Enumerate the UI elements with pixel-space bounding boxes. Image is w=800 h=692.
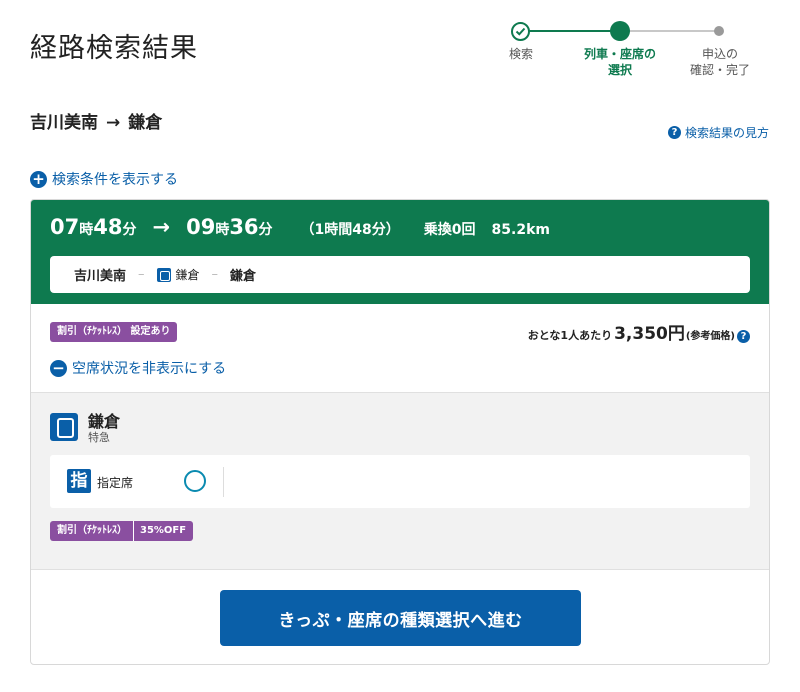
- step-todo-dot: [714, 26, 724, 36]
- plus-circle-icon: +: [30, 170, 47, 188]
- result-card: 07 時 48 分 → 09 時 36 分 （1時間48分） 乗換0回 85.2km 吉川美…: [30, 199, 770, 665]
- price-label: おとな1人あたり: [527, 329, 613, 342]
- progress-stepper: 検索 列車・座席の 選択 申込の 確認・完了: [490, 16, 775, 86]
- route-bar-train: 鎌倉: [175, 268, 200, 282]
- train-type: 特急: [88, 431, 110, 444]
- route-bar-from: 吉川美南: [74, 269, 127, 284]
- seat-class-row: 指 指定席: [50, 455, 750, 508]
- stepper-line-todo: [620, 30, 720, 32]
- train-header: 鎌倉 特急: [50, 413, 120, 445]
- train-icon: [50, 413, 78, 441]
- discount-rate-badge: 割引（ﾁｹｯﾄﾚｽ） 35%OFF: [50, 518, 194, 541]
- route-to: 鎌倉: [128, 113, 163, 133]
- route-heading: 吉川美南 → 鎌倉: [30, 108, 162, 133]
- step-done-check-icon: [511, 22, 530, 41]
- depart-min-unit: 分: [122, 222, 137, 238]
- proceed-button[interactable]: きっぷ・座席の種類選択へ進む: [220, 590, 581, 646]
- discount-available-badge: 割引（ﾁｹｯﾄﾚｽ） 設定あり: [50, 322, 178, 342]
- seat-class-label: 指定席: [97, 476, 134, 490]
- train-name: 鎌倉: [88, 412, 121, 431]
- depart-min: 48: [93, 215, 123, 239]
- route-arrow: →: [106, 113, 121, 133]
- page-title: 経路検索結果: [30, 33, 198, 64]
- transfer-count: 乗換0回: [423, 222, 476, 238]
- step-label-confirm: 申込の 確認・完了: [689, 47, 750, 77]
- seat-availability-section: 鎌倉 特急 指 指定席 割引（ﾁｹｯﾄﾚｽ） 35%OFF: [31, 392, 769, 570]
- depart-hour: 07: [50, 215, 80, 239]
- route-bar-to: 鎌倉: [230, 269, 257, 284]
- time-summary: 07 時 48 分 → 09 時 36 分 （1時間48分） 乗換0回 85.2km: [50, 215, 550, 239]
- price-row: 割引（ﾁｹｯﾄﾚｽ） 設定あり おとな1人あたり 3,350円 (参考価格) ?: [50, 319, 750, 344]
- route-bar-dash: –: [138, 267, 145, 282]
- hide-availability-toggle[interactable]: − 空席状況を非表示にする: [50, 358, 226, 378]
- step-label-search: 検索: [508, 47, 533, 61]
- seat-row-divider: [223, 467, 224, 497]
- step-label-select: 列車・座席の 選択: [583, 47, 656, 77]
- step-current-dot: [610, 21, 630, 41]
- arrive-min-unit: 分: [258, 222, 273, 238]
- price-value: 3,350円: [614, 324, 685, 344]
- route-bar-dash: –: [211, 267, 219, 282]
- distance: 85.2km: [491, 222, 550, 238]
- result-card-header: 07 時 48 分 → 09 時 36 分 （1時間48分） 乗換0回 85.2km 吉川美…: [31, 200, 769, 304]
- price-note: (参考価格): [685, 331, 735, 342]
- depart-hour-unit: 時: [79, 222, 94, 238]
- show-conditions-toggle[interactable]: + 検索条件を表示する: [30, 169, 178, 189]
- minus-circle-icon: −: [50, 359, 67, 377]
- price-info: おとな1人あたり 3,350円 (参考価格) ?: [528, 319, 750, 344]
- arrive-hour: 09: [186, 215, 216, 239]
- arrive-hour-unit: 時: [215, 222, 230, 238]
- availability-circle-icon[interactable]: [184, 470, 206, 492]
- duration: （1時間48分）: [300, 222, 400, 238]
- reserved-seat-icon: 指: [67, 469, 91, 493]
- train-icon: [156, 267, 171, 282]
- route-from: 吉川美南: [30, 113, 98, 133]
- question-icon[interactable]: ?: [737, 330, 750, 343]
- question-icon: ?: [668, 126, 681, 139]
- stepper-line-done: [522, 30, 620, 32]
- time-arrow: →: [152, 215, 171, 239]
- help-link[interactable]: ? 検索結果の見方: [668, 124, 769, 141]
- hide-availability-label: 空席状況を非表示にする: [72, 361, 227, 377]
- route-bar: 吉川美南 – 鎌倉 – 鎌倉: [50, 256, 750, 293]
- show-conditions-label: 検索条件を表示する: [52, 172, 178, 188]
- help-link-label: 検索結果の見方: [685, 126, 770, 140]
- arrive-min: 36: [229, 215, 259, 239]
